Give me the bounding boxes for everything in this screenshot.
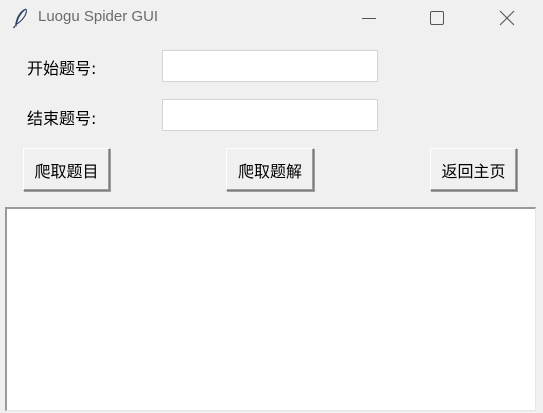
title-bar[interactable]: Luogu Spider GUI [0, 0, 543, 36]
end-number-input[interactable] [162, 99, 378, 131]
app-window: Luogu Spider GUI 开始题号: 结束题号: 爬取题目 爬取题解 返… [0, 0, 543, 413]
minimize-icon [362, 11, 376, 25]
end-number-label: 结束题号: [27, 109, 97, 128]
back-home-button[interactable]: 返回主页 [430, 148, 517, 191]
start-number-label: 开始题号: [27, 59, 97, 78]
output-text-area[interactable] [5, 207, 536, 411]
window-title: Luogu Spider GUI [38, 8, 159, 25]
crawl-solutions-button[interactable]: 爬取题解 [226, 148, 314, 191]
close-button[interactable] [484, 0, 530, 36]
maximize-button[interactable] [414, 0, 460, 36]
minimize-button[interactable] [346, 0, 392, 36]
maximize-icon [430, 11, 444, 25]
close-icon [499, 10, 515, 26]
feather-icon [10, 7, 32, 29]
crawl-problems-button[interactable]: 爬取题目 [23, 148, 110, 191]
start-number-input[interactable] [162, 50, 378, 82]
